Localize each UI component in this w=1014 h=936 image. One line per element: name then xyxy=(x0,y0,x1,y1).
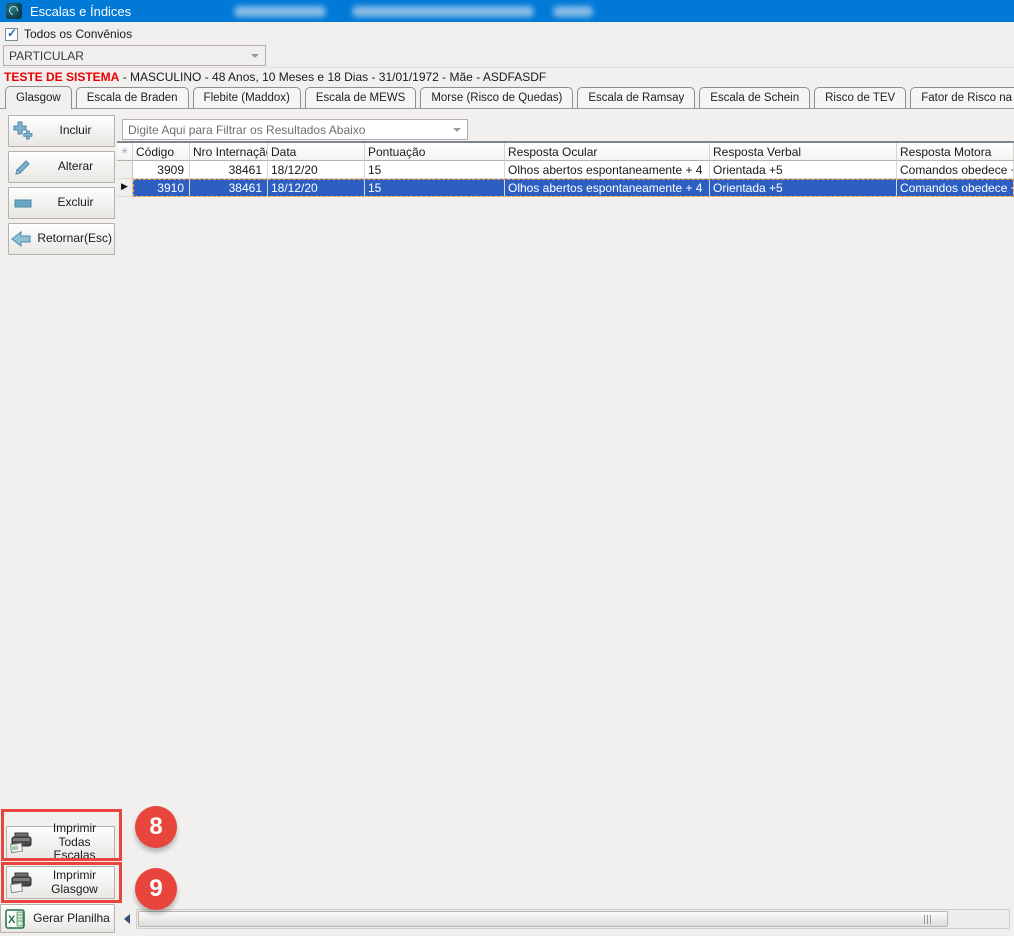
cell-pontuacao: 15 xyxy=(365,161,505,179)
gerar-planilha-button[interactable]: X Gerar Planilha xyxy=(0,904,115,933)
retornar-label: Retornar(Esc) xyxy=(35,232,114,246)
horizontal-scrollbar[interactable] xyxy=(136,909,1010,929)
svg-text:X: X xyxy=(8,914,16,926)
grid-filter-input[interactable]: Digite Aqui para Filtrar os Resultados A… xyxy=(122,119,468,140)
grid-filter-placeholder: Digite Aqui para Filtrar os Resultados A… xyxy=(128,123,365,137)
todos-convenios-checkbox[interactable]: ✓ xyxy=(5,28,18,41)
chevron-down-icon xyxy=(251,54,259,58)
table-row-selected[interactable]: ▶ 3910 38461 18/12/20 15 Olhos abertos e… xyxy=(117,179,1014,197)
filter-panel: ✓ Todos os Convênios PARTICULAR xyxy=(0,22,1014,68)
cell-codigo: 3909 xyxy=(133,161,190,179)
tab-escala-de-mews[interactable]: Escala de MEWS xyxy=(305,87,416,109)
app-icon xyxy=(6,3,22,19)
row-indicator-header: ✳ xyxy=(117,143,133,161)
redacted-text xyxy=(234,6,326,17)
cell-resposta-verbal: Orientada +5 xyxy=(710,179,897,197)
scrollbar-grip-icon xyxy=(924,915,933,924)
tab-fator-de-risco-na-internacao[interactable]: Fator de Risco na Internação xyxy=(910,87,1014,109)
patient-details: - MASCULINO - 48 Anos, 10 Meses e 18 Dia… xyxy=(119,70,546,84)
row-indicator xyxy=(117,161,133,179)
chevron-down-icon xyxy=(453,128,461,132)
retornar-button[interactable]: Retornar(Esc) xyxy=(8,223,115,255)
column-header-resposta-motora[interactable]: Resposta Motora xyxy=(897,143,1014,161)
tab-bar: Glasgow Escala de Braden Flebite (Maddox… xyxy=(0,86,1014,109)
cell-resposta-ocular: Olhos abertos espontaneamente + 4 xyxy=(505,161,710,179)
cell-resposta-verbal: Orientada +5 xyxy=(710,161,897,179)
glasgow-results-grid: ✳ Código Nro Internação Data Pontuação R… xyxy=(117,141,1014,197)
convenio-select: PARTICULAR xyxy=(3,45,266,66)
tab-flebite-maddox[interactable]: Flebite (Maddox) xyxy=(193,87,301,109)
row-indicator-selected: ▶ xyxy=(117,179,133,197)
column-header-resposta-verbal[interactable]: Resposta Verbal xyxy=(710,143,897,161)
cell-pontuacao: 15 xyxy=(365,179,505,197)
cell-resposta-motora: Comandos obedece +6 xyxy=(897,161,1014,179)
alterar-button[interactable]: Alterar xyxy=(8,151,115,183)
cell-codigo: 3910 xyxy=(133,179,190,197)
annotation-badge-9: 9 xyxy=(135,868,177,910)
annotation-badge-8: 8 xyxy=(135,806,177,848)
titlebar: Escalas e Índices xyxy=(0,0,1014,22)
todos-convenios-label: Todos os Convênios xyxy=(24,27,132,41)
redacted-text xyxy=(553,6,593,17)
arrow-left-icon xyxy=(124,914,130,924)
excluir-button[interactable]: Excluir xyxy=(8,187,115,219)
pencil-icon xyxy=(9,157,37,177)
add-plus-icon xyxy=(9,121,37,141)
column-header-pontuacao[interactable]: Pontuação xyxy=(365,143,505,161)
tab-page-border xyxy=(0,108,1014,109)
grid-header-row: ✳ Código Nro Internação Data Pontuação R… xyxy=(117,143,1014,161)
column-header-codigo[interactable]: Código xyxy=(133,143,190,161)
check-icon: ✓ xyxy=(7,26,17,40)
annotation-box-9 xyxy=(1,862,122,903)
incluir-label: Incluir xyxy=(37,124,114,138)
tab-escala-de-braden[interactable]: Escala de Braden xyxy=(76,87,189,109)
excel-icon: X xyxy=(1,909,29,929)
tab-escala-de-schein[interactable]: Escala de Schein xyxy=(699,87,810,109)
column-header-data[interactable]: Data xyxy=(268,143,365,161)
annotation-box-8 xyxy=(1,809,122,861)
scroll-left-button[interactable] xyxy=(119,907,134,930)
cell-data: 18/12/20 xyxy=(268,179,365,197)
patient-info: TESTE DE SISTEMA - MASCULINO - 48 Anos, … xyxy=(4,70,1010,86)
tab-escala-de-ramsay[interactable]: Escala de Ramsay xyxy=(577,87,695,109)
patient-name: TESTE DE SISTEMA xyxy=(4,70,119,84)
tab-glasgow[interactable]: Glasgow xyxy=(5,86,72,109)
table-row[interactable]: 3909 38461 18/12/20 15 Olhos abertos esp… xyxy=(117,161,1014,179)
gerar-planilha-label: Gerar Planilha xyxy=(29,912,114,926)
excluir-label: Excluir xyxy=(37,196,114,210)
convenio-value: PARTICULAR xyxy=(9,49,84,63)
arrow-left-icon xyxy=(9,229,35,249)
scrollbar-thumb[interactable] xyxy=(138,911,948,927)
window-title: Escalas e Índices xyxy=(30,4,131,19)
incluir-button[interactable]: Incluir xyxy=(8,115,115,147)
cell-resposta-ocular: Olhos abertos espontaneamente + 4 xyxy=(505,179,710,197)
cell-data: 18/12/20 xyxy=(268,161,365,179)
tab-risco-de-tev[interactable]: Risco de TEV xyxy=(814,87,906,109)
cell-nro-internacao: 38461 xyxy=(190,161,268,179)
minus-icon xyxy=(9,193,37,213)
cell-nro-internacao: 38461 xyxy=(190,179,268,197)
tab-morse-risco-de-quedas[interactable]: Morse (Risco de Quedas) xyxy=(420,87,573,109)
redacted-text xyxy=(352,6,534,17)
column-header-nro-internacao[interactable]: Nro Internação xyxy=(190,143,268,161)
cell-resposta-motora: Comandos obedece +6 xyxy=(897,179,1014,197)
column-header-resposta-ocular[interactable]: Resposta Ocular xyxy=(505,143,710,161)
alterar-label: Alterar xyxy=(37,160,114,174)
